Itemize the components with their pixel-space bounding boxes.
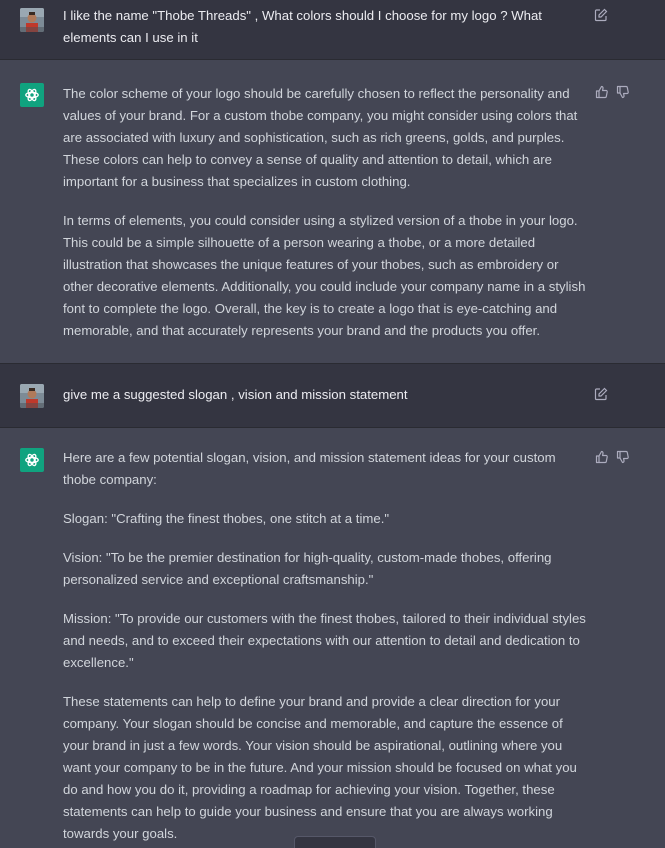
assistant-message-text: Here are a few potential slogan, vision,…: [63, 447, 590, 848]
thumbs-up-icon[interactable]: [595, 85, 609, 99]
message-paragraph: The color scheme of your logo should be …: [63, 86, 578, 189]
message-paragraph: Mission: "To provide our customers with …: [63, 611, 586, 670]
message-paragraph: Vision: "To be the premier destination f…: [63, 550, 552, 587]
assistant-message-text: The color scheme of your logo should be …: [63, 83, 590, 359]
openai-logo-icon: [20, 448, 44, 472]
user-message: I like the name "Thobe Threads" , What c…: [0, 0, 665, 60]
edit-icon[interactable]: [594, 387, 608, 401]
user-message-text: I like the name "Thobe Threads" , What c…: [63, 8, 542, 45]
edit-icon[interactable]: [594, 8, 608, 22]
message-paragraph: Here are a few potential slogan, vision,…: [63, 450, 556, 487]
assistant-message: Here are a few potential slogan, vision,…: [0, 428, 665, 848]
message-paragraph: These statements can help to define your…: [63, 694, 577, 841]
user-message: give me a suggested slogan , vision and …: [0, 364, 665, 428]
message-paragraph: In terms of elements, you could consider…: [63, 213, 586, 338]
user-avatar: [20, 8, 44, 32]
thumbs-down-icon[interactable]: [616, 450, 630, 464]
assistant-message: The color scheme of your logo should be …: [0, 60, 665, 364]
openai-logo-icon: [20, 83, 44, 107]
message-paragraph: Slogan: "Crafting the finest thobes, one…: [63, 511, 390, 526]
regenerate-button[interactable]: [294, 836, 376, 848]
user-message-text: give me a suggested slogan , vision and …: [63, 387, 408, 402]
thumbs-up-icon[interactable]: [595, 450, 609, 464]
thumbs-down-icon[interactable]: [616, 85, 630, 99]
conversation: I like the name "Thobe Threads" , What c…: [0, 0, 665, 848]
user-avatar: [20, 384, 44, 408]
